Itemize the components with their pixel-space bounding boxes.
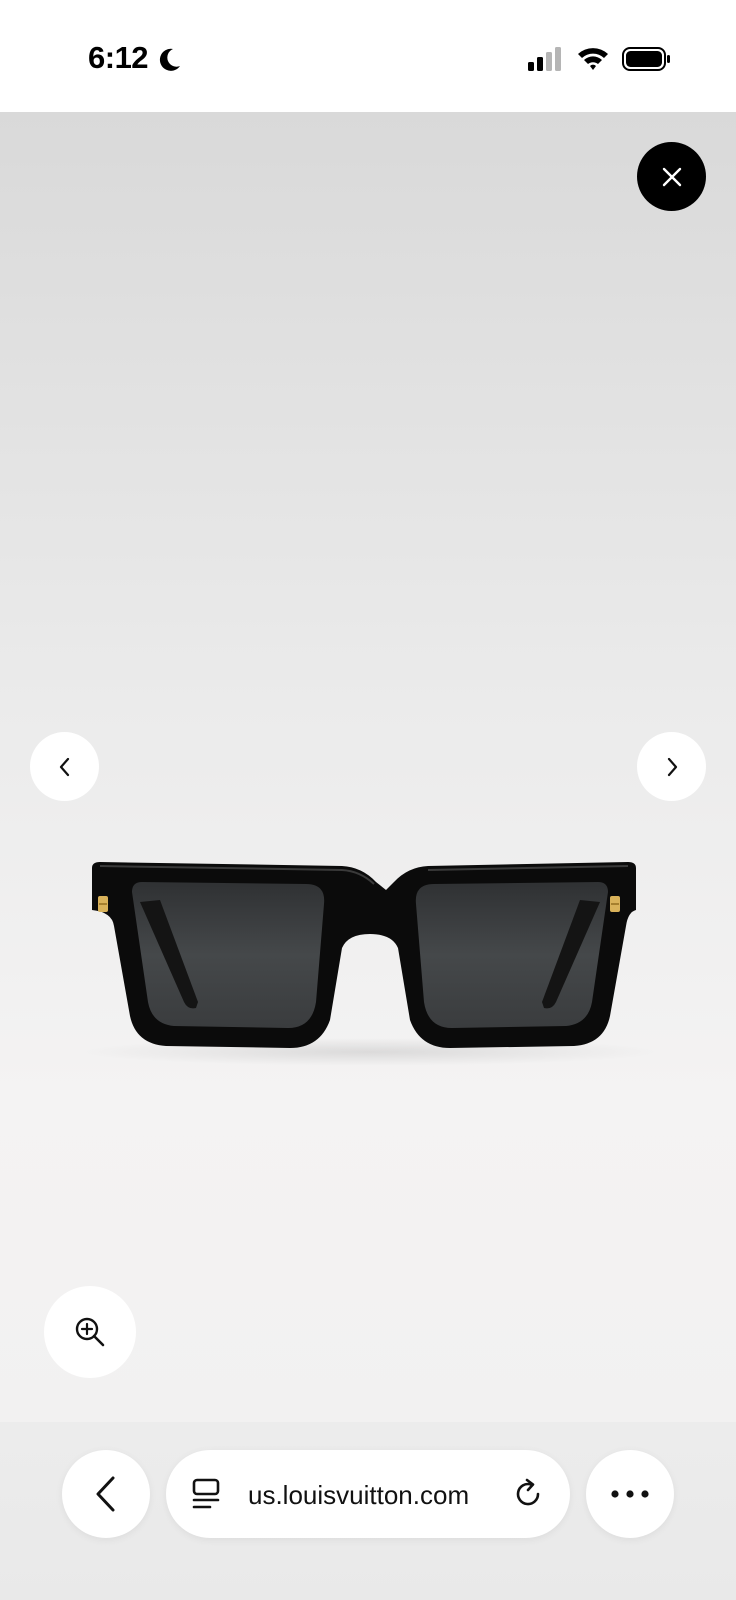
- zoom-in-icon: [75, 1317, 105, 1347]
- browser-back-button[interactable]: [62, 1450, 150, 1538]
- back-arrow-icon: [96, 1476, 115, 1512]
- browser-toolbar: us.louisvuitton.com: [0, 1422, 736, 1600]
- address-bar[interactable]: us.louisvuitton.com: [166, 1450, 570, 1538]
- more-options-button[interactable]: [586, 1450, 674, 1538]
- status-bar: 6:12: [0, 0, 736, 112]
- more-icon: [611, 1490, 649, 1498]
- next-image-button[interactable]: [637, 732, 706, 801]
- sunglasses-product-image: [80, 862, 660, 1066]
- zoom-in-button[interactable]: [44, 1286, 136, 1378]
- moon-icon: [159, 48, 180, 71]
- signal-icon: [528, 47, 561, 71]
- reader-icon[interactable]: [192, 1478, 222, 1510]
- reload-icon[interactable]: [512, 1478, 544, 1510]
- chevron-right-icon: [667, 757, 677, 776]
- previous-image-button[interactable]: [30, 732, 99, 801]
- url-text: us.louisvuitton.com: [248, 1480, 470, 1510]
- battery-icon: [622, 47, 670, 71]
- chevron-left-icon: [59, 757, 69, 776]
- status-time: 6:12: [88, 40, 149, 75]
- wifi-icon: [578, 48, 608, 70]
- product-image-viewer: [0, 112, 736, 1422]
- close-button[interactable]: [637, 142, 706, 211]
- close-icon: [662, 167, 681, 186]
